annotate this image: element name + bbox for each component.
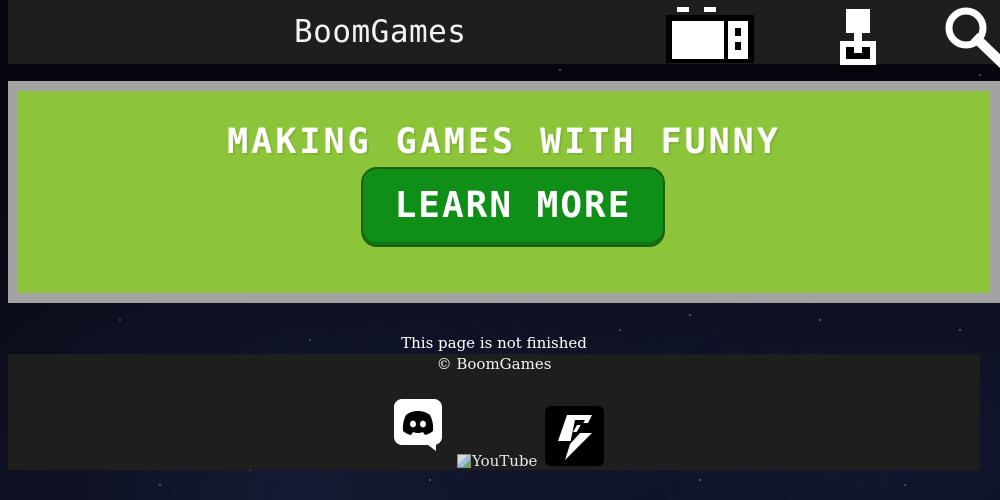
discord-link[interactable] [394, 399, 442, 451]
discord-icon [394, 399, 442, 451]
learn-more-button[interactable]: Learn more [361, 167, 665, 247]
search-icon[interactable] [942, 4, 1000, 68]
youtube-link[interactable]: YouTube [457, 452, 537, 470]
youtube-alt-text: YouTube [472, 452, 538, 470]
site-title[interactable]: BoomGames [294, 12, 466, 52]
footer: © BoomGames YouTube [8, 354, 980, 470]
hero-heading: Making games with funny [227, 122, 781, 163]
copyright-text: © BoomGames [436, 355, 552, 373]
gamejolt-icon [545, 406, 604, 466]
console-icon[interactable] [664, 7, 756, 63]
top-navigation-bar: BoomGames [8, 0, 1000, 68]
unfinished-notice: This page is not finished [401, 334, 587, 352]
broken-image-icon [457, 454, 471, 468]
gamejolt-link[interactable] [545, 406, 604, 466]
hero-banner: Making games with funny Learn more [8, 81, 1000, 303]
joystick-icon[interactable] [834, 9, 882, 65]
